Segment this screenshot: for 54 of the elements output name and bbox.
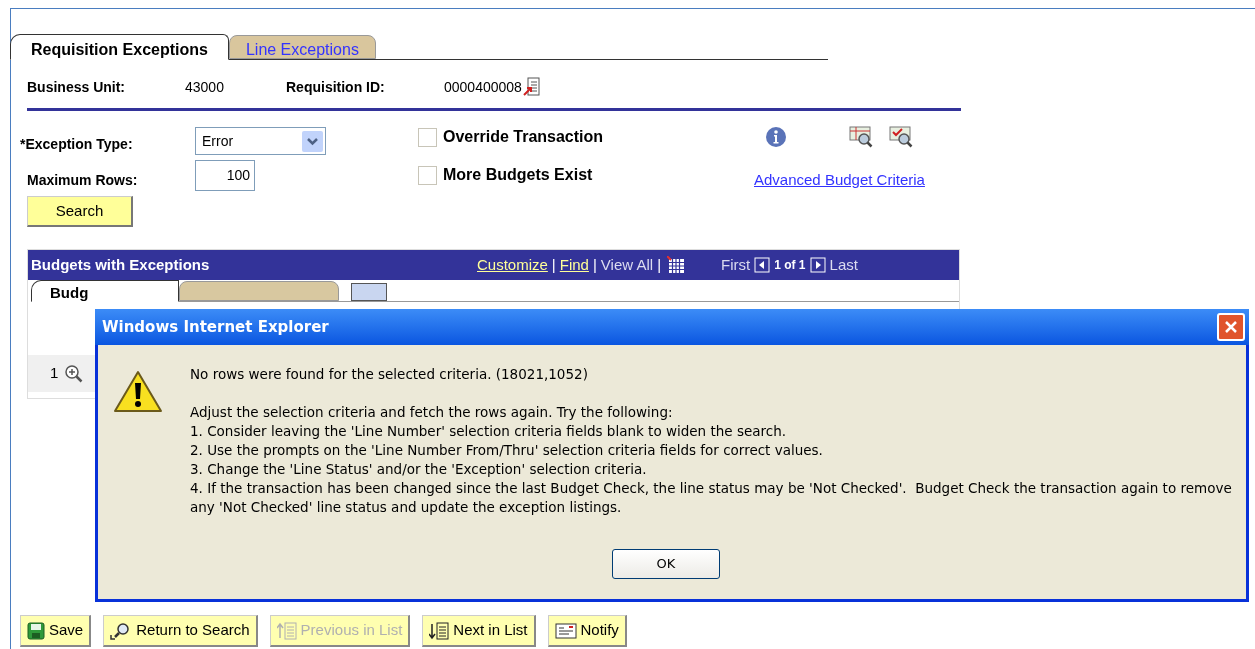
row-number: 1 [50,363,59,384]
close-icon [1224,320,1238,334]
checkbox-label: Override Transaction [443,127,604,147]
last-label: Last [829,254,858,275]
separator-text: | [592,254,597,275]
toolbar-button[interactable]: Save [20,615,92,647]
dialog-title: Windows Internet Explorer [102,316,329,338]
dialog-step: 1. Consider leaving the 'Line Number' selection criteria fields blank to widen the search. [190,422,1240,441]
dialog-step: 3. Change the 'Line Status' and/or the 'Exception' selection criteria. [190,460,1240,479]
warning-icon [113,370,163,414]
dialog-step: 4. If the transaction has been changed since the last Budget Check, the line status may be 'Not Checked'. Budget Check the transaction again to remove any 'Not Checked' line status and update the exception listings. [190,479,1240,517]
note-icon [554,621,577,640]
separator-text: | [551,254,556,275]
checkbox-label: More Budgets Exist [443,165,593,185]
down-arrow-list-icon [429,621,450,640]
spreadsheet-magnifier-icon[interactable] [849,125,875,149]
field-value: 0000400008 [444,77,522,97]
separator-text: | [657,254,662,275]
caret-icon [302,130,323,152]
zoom-in-icon[interactable] [64,363,85,384]
ok-button[interactable]: OK [612,549,720,579]
toolbar-button[interactable]: Notify [547,615,627,647]
dialog-message: No rows were found for the selected criteria. (18021,1052) [190,365,589,384]
grid-link[interactable]: Find [559,253,589,277]
tab[interactable] [351,283,387,301]
tab[interactable]: Requisition Exceptions [10,34,229,60]
field-label: Business Unit: [27,77,126,97]
field-label: *Exception Type: [20,134,134,154]
close-button[interactable] [1217,313,1245,341]
advanced-budget-criteria-link[interactable]: Advanced Budget Criteria [754,169,925,192]
first-label: First [721,254,751,275]
grid-title: Budgets with Exceptions [31,254,211,275]
grid-icon[interactable] [667,256,686,274]
dialog-step: 2. Use the prompts on the 'Line Number From/Thru' selection criteria fields for correct values. [190,441,1240,460]
grid-link[interactable]: View All [600,253,654,277]
page-count: 1 of 1 [774,257,806,274]
grid-link[interactable]: Customize [477,253,548,277]
tab[interactable]: Line Exceptions [228,35,376,59]
exception-type-dropdown[interactable]: Error [195,127,326,155]
checklist-magnifier-icon[interactable] [889,125,915,149]
checkbox[interactable] [418,127,437,147]
dialog-details: Adjust the selection criteria and fetch the rows again. Try the following: [190,403,674,422]
maximum-rows-field[interactable]: 100 [195,159,255,191]
field-label: Maximum Rows: [27,170,139,190]
document-icon[interactable] [522,77,541,97]
toolbar-button[interactable]: Next in List [422,615,536,647]
search-button[interactable]: Search [27,196,133,227]
toolbar-button[interactable]: Return to Search [103,615,258,647]
checkbox[interactable] [418,165,437,185]
info-icon[interactable] [765,126,787,148]
field-value: 43000 [185,77,225,97]
field-label: Requisition ID: [286,77,386,97]
up-arrow-list-icon [276,621,297,640]
tab[interactable]: Budg [31,280,179,302]
